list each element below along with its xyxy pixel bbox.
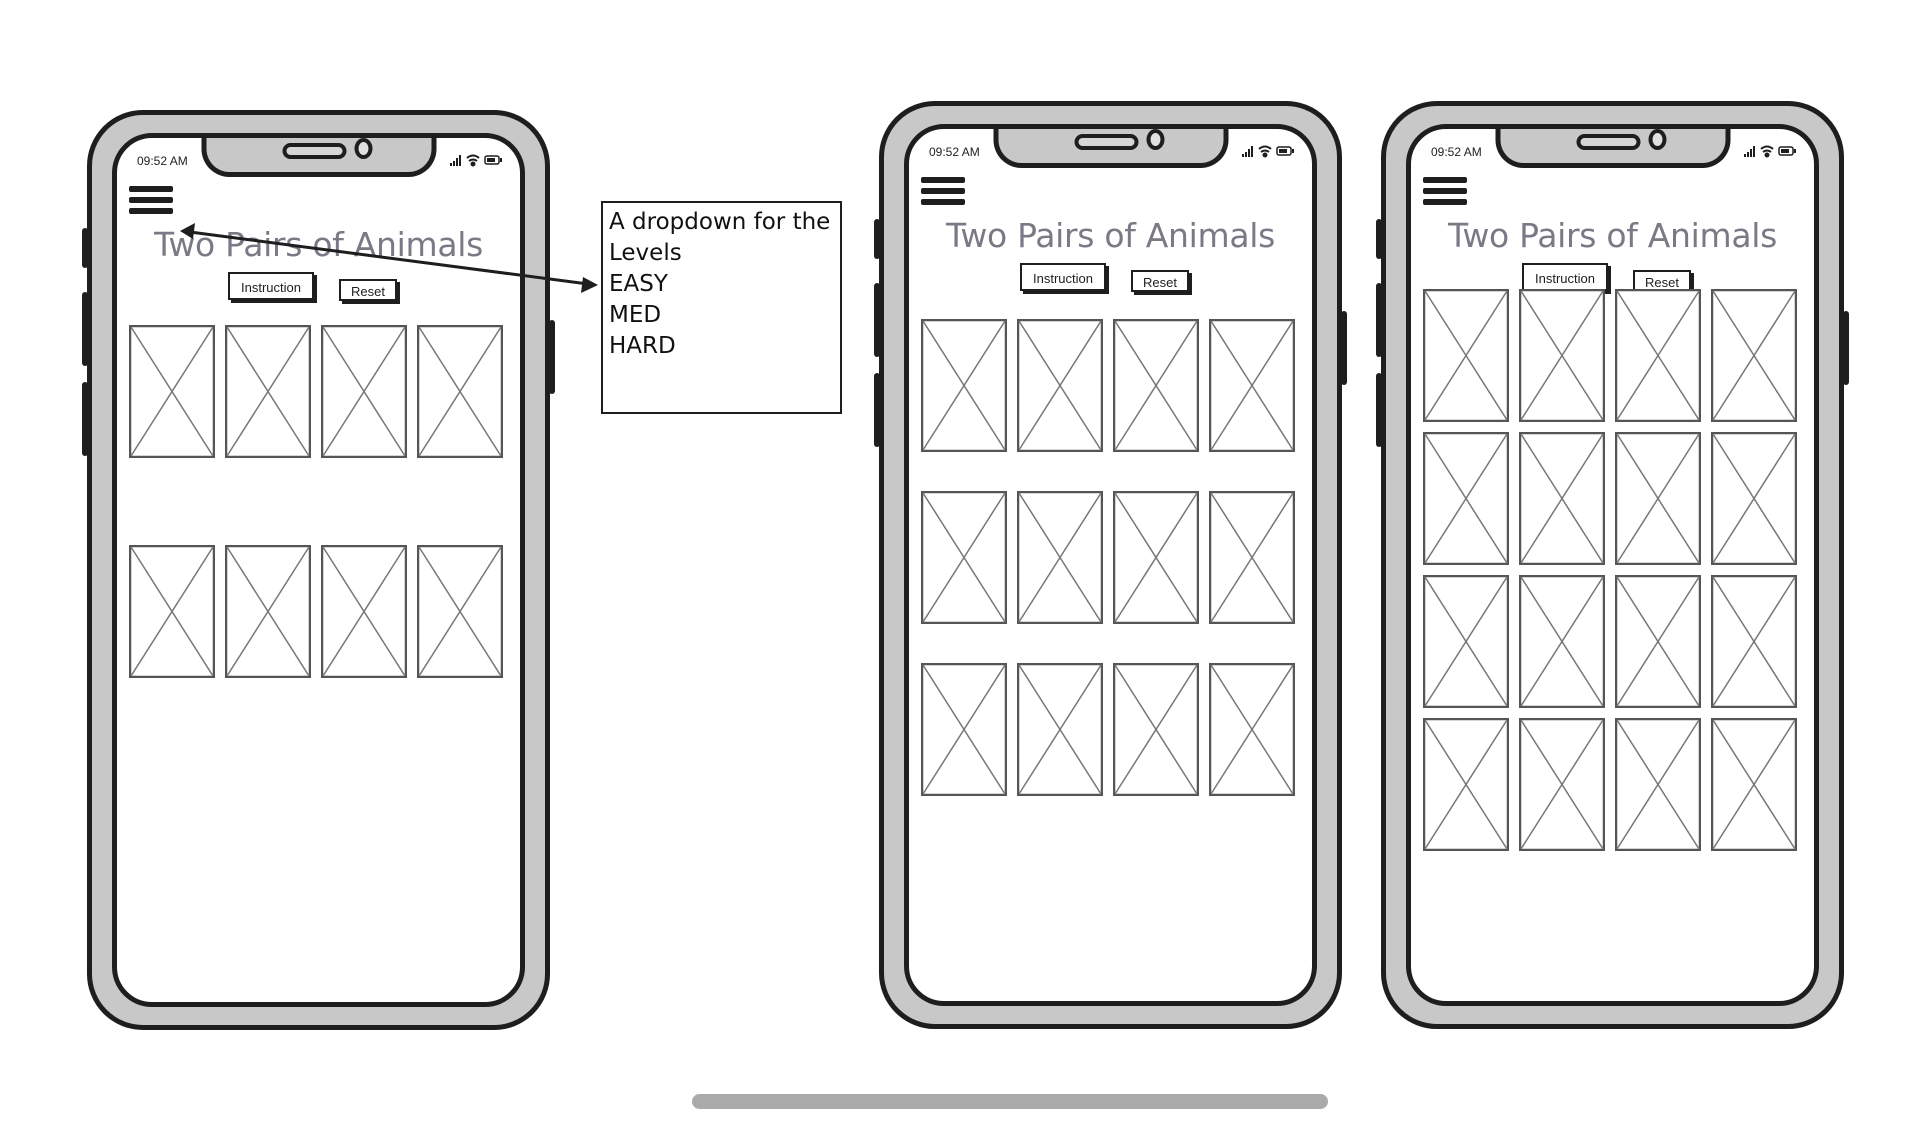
arrow-head-icon bbox=[180, 223, 195, 239]
horizontal-scrollbar[interactable] bbox=[692, 1094, 1328, 1109]
level-hard: HARD bbox=[609, 333, 676, 359]
level-med: MED bbox=[609, 302, 662, 328]
annotation-arrow bbox=[180, 223, 598, 293]
levels-dropdown-note: A dropdown for the Levels EASY MED HARD bbox=[601, 201, 842, 414]
note-line: Levels bbox=[609, 240, 682, 266]
level-easy: EASY bbox=[609, 271, 668, 297]
arrow-head-icon bbox=[581, 277, 598, 293]
note-line: A dropdown for the bbox=[609, 209, 831, 235]
